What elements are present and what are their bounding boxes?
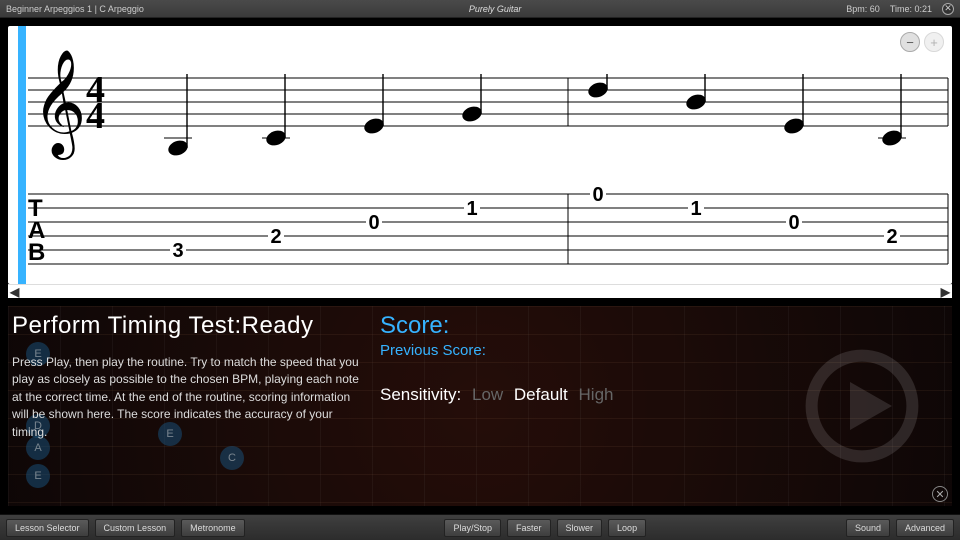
score-scrollbar[interactable]: ◀ ▶ xyxy=(8,284,952,298)
sound-button[interactable]: Sound xyxy=(846,519,890,537)
fret-dot: E xyxy=(26,464,50,488)
play-stop-button[interactable]: Play/Stop xyxy=(444,519,501,537)
svg-text:0: 0 xyxy=(592,184,603,206)
svg-text:0: 0 xyxy=(788,212,799,234)
svg-text:2: 2 xyxy=(886,226,897,248)
close-button[interactable]: ✕ xyxy=(942,3,954,15)
fret-dot: C xyxy=(220,446,244,470)
scroll-right-icon[interactable]: ▶ xyxy=(941,285,950,299)
svg-text:1: 1 xyxy=(466,198,477,220)
sensitivity-high[interactable]: High xyxy=(579,385,614,404)
bottom-toolbar: Lesson Selector Custom Lesson Metronome … xyxy=(0,514,960,540)
advanced-button[interactable]: Advanced xyxy=(896,519,954,537)
sensitivity-label: Sensitivity: xyxy=(380,385,461,404)
svg-text:𝄞: 𝄞 xyxy=(32,50,86,160)
previous-score-label: Previous Score: xyxy=(380,342,948,359)
notation-canvas: 𝄞44TAB32010102 xyxy=(8,26,952,284)
loop-button[interactable]: Loop xyxy=(608,519,646,537)
svg-text:4: 4 xyxy=(86,95,105,137)
panel-body: Press Play, then play the routine. Try t… xyxy=(12,354,362,441)
scroll-left-icon[interactable]: ◀ xyxy=(10,285,19,299)
svg-text:1: 1 xyxy=(690,198,701,220)
faster-button[interactable]: Faster xyxy=(507,519,551,537)
svg-text:0: 0 xyxy=(368,212,379,234)
timing-test-panel: EDAEEC Perform Timing Test:Ready Press P… xyxy=(8,306,952,506)
svg-text:B: B xyxy=(28,239,45,266)
custom-lesson-button[interactable]: Custom Lesson xyxy=(95,519,176,537)
sensitivity-row: Sensitivity: Low Default High xyxy=(380,385,948,405)
sensitivity-low[interactable]: Low xyxy=(472,385,503,404)
sensitivity-default[interactable]: Default xyxy=(514,385,568,404)
time-label: Time: 0:21 xyxy=(890,4,932,14)
slower-button[interactable]: Slower xyxy=(557,519,603,537)
zoom-in-icon[interactable]: + xyxy=(924,32,944,52)
bpm-label: Bpm: 60 xyxy=(846,4,880,14)
lesson-selector-button[interactable]: Lesson Selector xyxy=(6,519,89,537)
app-brand: Purely Guitar xyxy=(144,4,846,14)
lesson-title: Beginner Arpeggios 1 | C Arpeggio xyxy=(6,4,144,14)
panel-title: Perform Timing Test:Ready xyxy=(12,312,362,340)
metronome-button[interactable]: Metronome xyxy=(181,519,245,537)
panel-close-button[interactable]: ✕ xyxy=(932,486,948,502)
top-bar: Beginner Arpeggios 1 | C Arpeggio Purely… xyxy=(0,0,960,18)
zoom-out-icon[interactable]: − xyxy=(900,32,920,52)
svg-text:2: 2 xyxy=(270,226,281,248)
playhead xyxy=(18,26,26,284)
score-label: Score: xyxy=(380,312,948,340)
score-panel: − + 𝄞44TAB32010102 xyxy=(8,26,952,284)
svg-text:3: 3 xyxy=(172,240,183,262)
